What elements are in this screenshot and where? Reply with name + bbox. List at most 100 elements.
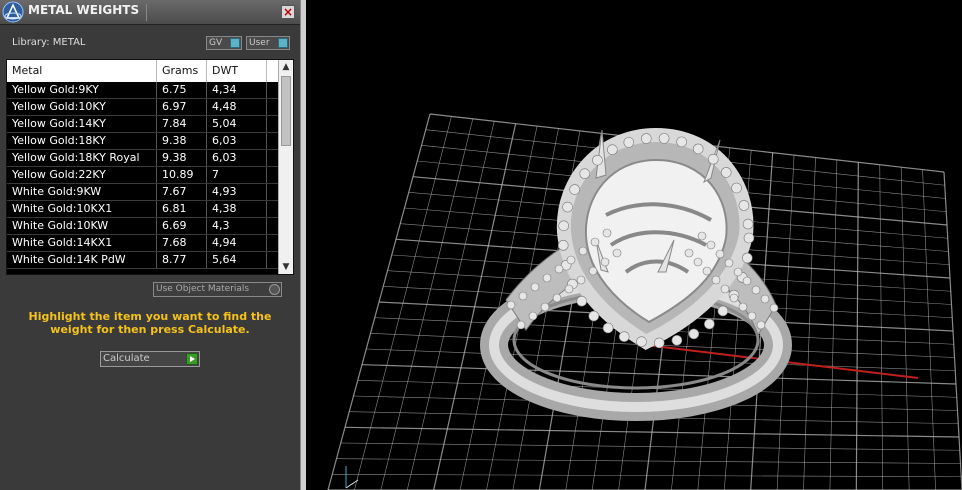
user-toggle[interactable]: User	[246, 36, 290, 50]
dwt-cell: 4,94	[207, 235, 267, 251]
pave-bead	[530, 282, 540, 292]
grams-cell: 10.89	[157, 167, 207, 183]
view-axis-indicator	[345, 466, 359, 489]
pave-bead	[731, 182, 742, 194]
column-header-dwt[interactable]: DWT	[207, 60, 267, 82]
pave-bead	[715, 249, 725, 259]
dwt-cell: 5,64	[207, 252, 267, 268]
dwt-cell: 4,34	[207, 82, 267, 98]
title-separator	[146, 4, 147, 21]
table-row[interactable]: Yellow Gold:9KY 6.75 4,34	[7, 82, 279, 99]
metal-cell: White Gold:14KX1	[7, 235, 157, 251]
app-logo-icon	[2, 1, 24, 23]
pave-bead	[518, 291, 528, 301]
table-row[interactable]: Yellow Gold:18KY 9.38 6,03	[7, 133, 279, 150]
pave-bead	[729, 293, 739, 303]
grams-cell: 6.97	[157, 99, 207, 115]
grams-cell: 6.81	[157, 201, 207, 217]
pave-bead	[747, 311, 757, 321]
pave-bead	[540, 302, 550, 312]
pave-bead	[578, 246, 588, 256]
toggle-indicator-icon	[230, 38, 240, 48]
column-header-grams[interactable]: Grams	[157, 60, 207, 82]
scroll-thumb[interactable]	[281, 76, 291, 146]
pave-bead	[528, 311, 538, 321]
toggle-indicator-icon	[278, 38, 288, 48]
table-row[interactable]: White Gold:10KX1 6.81 4,38	[7, 201, 279, 218]
metal-cell: White Gold:10KW	[7, 218, 157, 234]
pave-bead	[658, 133, 670, 144]
pave-bead	[697, 231, 707, 241]
pave-bead	[676, 136, 687, 148]
table-row[interactable]: White Gold:10KW 6.69 4,3	[7, 218, 279, 235]
dwt-cell: 4,48	[207, 99, 267, 115]
grams-cell: 9.38	[157, 150, 207, 166]
dwt-cell: 5,04	[207, 116, 267, 132]
calculate-label: Calculate	[103, 353, 150, 364]
metal-cell: Yellow Gold:18KY	[7, 133, 157, 149]
scroll-down-icon[interactable]: ▼	[279, 260, 293, 274]
checkbox-icon	[269, 284, 280, 295]
dwt-cell: 6,03	[207, 150, 267, 166]
pave-bead	[706, 240, 716, 250]
metal-cell: Yellow Gold:9KY	[7, 82, 157, 98]
pave-bead	[760, 294, 770, 304]
pave-bead	[588, 310, 600, 322]
table-row[interactable]: Yellow Gold:10KY 6.97 4,48	[7, 99, 279, 116]
pave-bead	[741, 252, 753, 264]
dwt-cell: 6,03	[207, 133, 267, 149]
pave-bead	[562, 201, 573, 213]
pave-bead	[564, 284, 574, 294]
pave-bead	[588, 266, 598, 276]
pave-bead	[738, 302, 748, 312]
panel-titlebar[interactable]: METAL WEIGHTS ×	[0, 0, 300, 25]
grams-cell: 8.77	[157, 252, 207, 268]
play-arrow-icon	[186, 353, 198, 365]
pave-bead	[592, 154, 603, 166]
close-button[interactable]: ×	[281, 5, 295, 19]
library-label: Library: METAL	[12, 37, 86, 48]
pave-bead	[742, 218, 754, 230]
metal-table: Metal Grams DWT Yellow Gold:9KY 6.75 4,34 Y…	[6, 59, 294, 275]
pave-bead	[569, 184, 580, 195]
calculate-button[interactable]: Calculate	[100, 351, 200, 367]
panel-title: METAL WEIGHTS	[28, 3, 140, 17]
pave-bead	[552, 293, 562, 303]
user-toggle-label: User	[249, 38, 270, 48]
pave-bead	[743, 232, 755, 244]
metal-cell: White Gold:10KX1	[7, 201, 157, 217]
table-row[interactable]: White Gold:14K PdW 8.77 5,64	[7, 252, 279, 269]
pave-bead	[566, 255, 576, 265]
ring-model[interactable]	[480, 127, 792, 421]
pave-bead	[684, 248, 694, 258]
pave-bead	[557, 240, 569, 251]
pave-bead	[724, 258, 734, 268]
pave-bead	[756, 320, 766, 330]
3d-viewport[interactable]	[306, 0, 962, 490]
table-header: Metal Grams DWT	[7, 60, 279, 82]
pave-bead	[653, 337, 665, 349]
pave-bead	[576, 295, 588, 307]
table-row[interactable]: Yellow Gold:18KY Royal 9.38 6,03	[7, 150, 279, 167]
gv-toggle-label: GV	[209, 38, 223, 48]
pave-bead	[693, 257, 703, 267]
metal-cell: Yellow Gold:22KY	[7, 167, 157, 183]
grams-cell: 6.75	[157, 82, 207, 98]
pave-bead	[692, 143, 704, 155]
viewport-canvas[interactable]	[306, 0, 962, 490]
pave-bead	[720, 284, 730, 294]
pave-bead	[600, 257, 610, 267]
column-header-metal[interactable]: Metal	[7, 60, 157, 82]
table-scrollbar[interactable]: ▲ ▼	[278, 60, 293, 274]
gv-toggle[interactable]: GV	[206, 36, 242, 50]
table-row[interactable]: White Gold:14KX1 7.68 4,94	[7, 235, 279, 252]
pave-bead	[612, 248, 622, 258]
dwt-cell: 7	[207, 167, 267, 183]
table-row[interactable]: Yellow Gold:22KY 10.89 7	[7, 167, 279, 184]
scroll-up-icon[interactable]: ▲	[279, 60, 293, 74]
grams-cell: 7.84	[157, 116, 207, 132]
table-row[interactable]: Yellow Gold:14KY 7.84 5,04	[7, 116, 279, 133]
table-row[interactable]: White Gold:9KW 7.67 4,93	[7, 184, 279, 201]
use-object-materials-checkbox[interactable]: Use Object Materials	[153, 282, 282, 297]
pave-bead	[671, 335, 683, 346]
